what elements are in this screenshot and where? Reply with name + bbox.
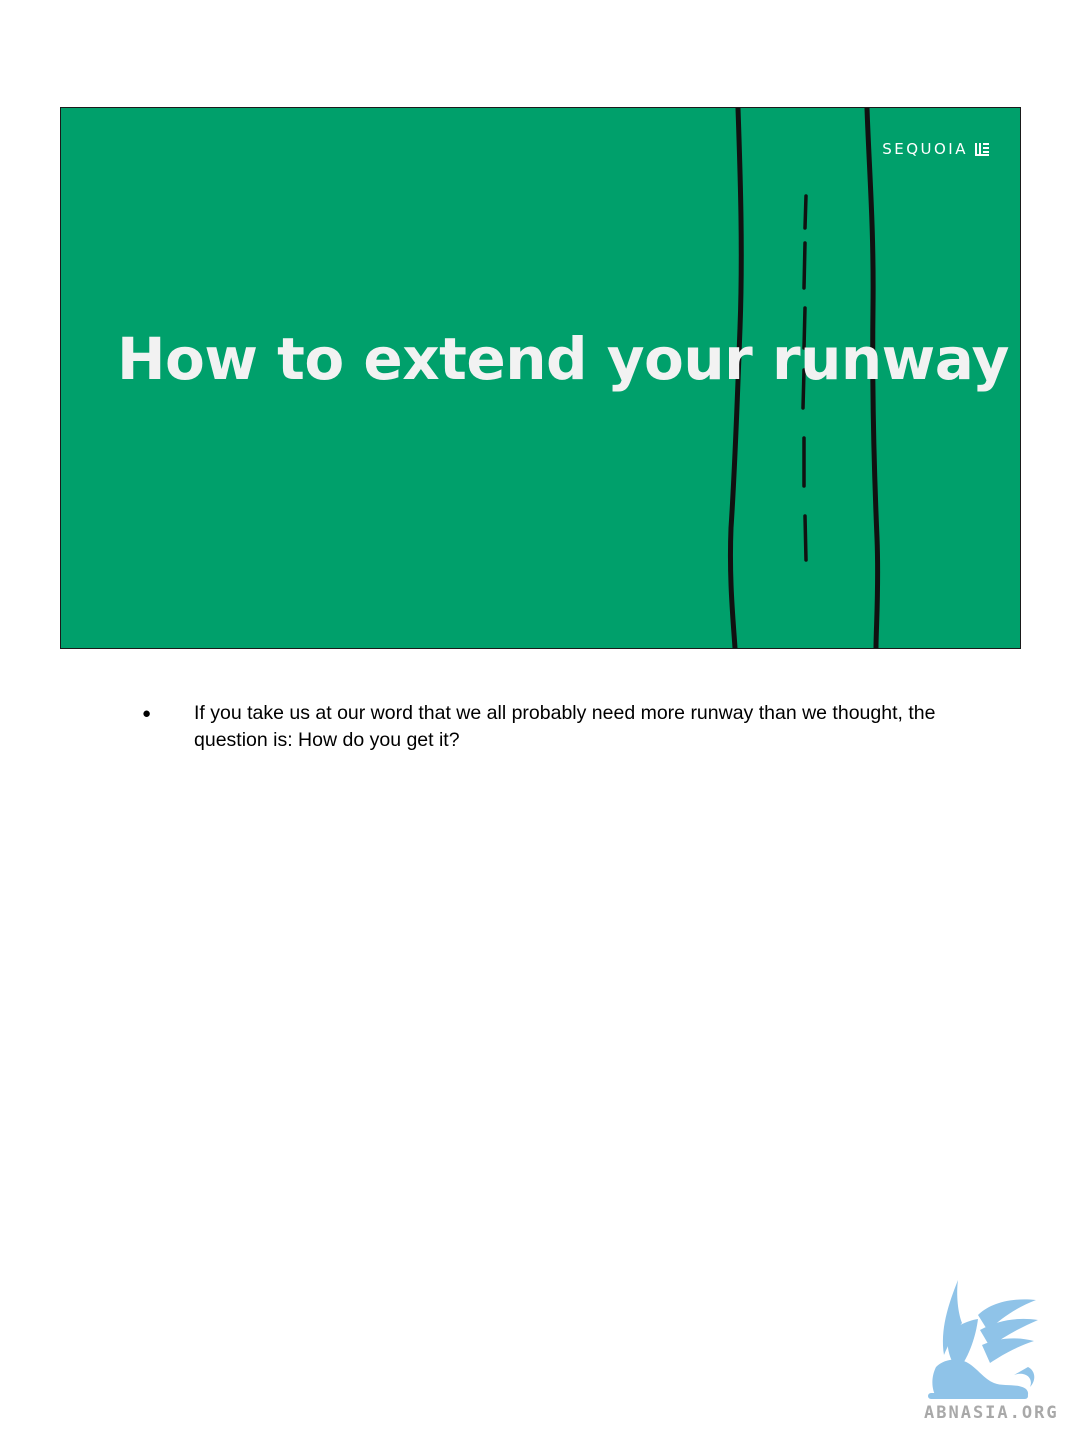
sequoia-logo: SEQUOIA <box>882 140 990 158</box>
brand-name: SEQUOIA <box>882 140 968 158</box>
watermark-text: ABNASIA.ORG <box>924 1403 1059 1423</box>
sequoia-tree-mark-icon <box>975 142 989 156</box>
bullet-icon: ● <box>142 705 152 722</box>
title-slide: SEQUOIA How to extend your runway <box>60 107 1021 649</box>
note-text: If you take us at our word that we all p… <box>194 702 936 751</box>
speaker-notes-list: ● If you take us at our word that we all… <box>140 700 940 754</box>
list-item: ● If you take us at our word that we all… <box>140 700 940 754</box>
slide-title: How to extend your runway <box>117 325 1009 393</box>
